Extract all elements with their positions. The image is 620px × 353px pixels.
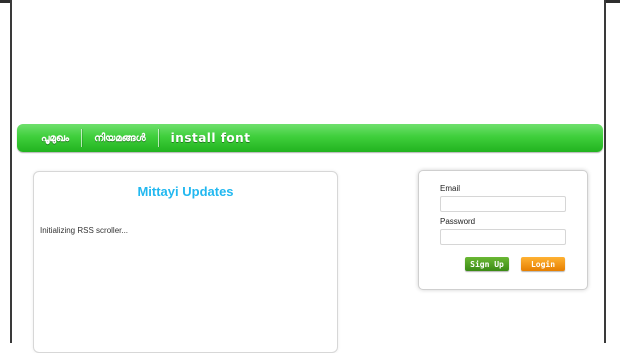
login-button[interactable]: Login — [521, 257, 565, 271]
email-label: Email — [440, 184, 461, 193]
nav-items: പൂമുഖം നിയമങ്ങൾ install font — [41, 124, 250, 152]
password-field[interactable] — [440, 229, 566, 245]
password-label: Password — [440, 217, 476, 226]
nav-item-home[interactable]: പൂമുഖം — [41, 133, 69, 144]
main-navigation: പൂമുഖം നിയമങ്ങൾ install font — [17, 124, 603, 152]
nav-item-install-font[interactable]: install font — [171, 131, 251, 145]
email-field[interactable] — [440, 196, 566, 212]
updates-panel: Mittayi Updates Initializing RSS scrolle… — [33, 171, 338, 353]
nav-item-rules[interactable]: നിയമങ്ങൾ — [94, 133, 146, 144]
rss-status-text: Initializing RSS scroller... — [40, 226, 129, 235]
sign-up-button[interactable]: Sign Up — [465, 257, 509, 271]
nav-divider — [81, 129, 83, 147]
login-box: Email Password Sign Up Login — [418, 170, 588, 290]
updates-title: Mittayi Updates — [137, 184, 234, 199]
nav-divider — [157, 129, 159, 147]
